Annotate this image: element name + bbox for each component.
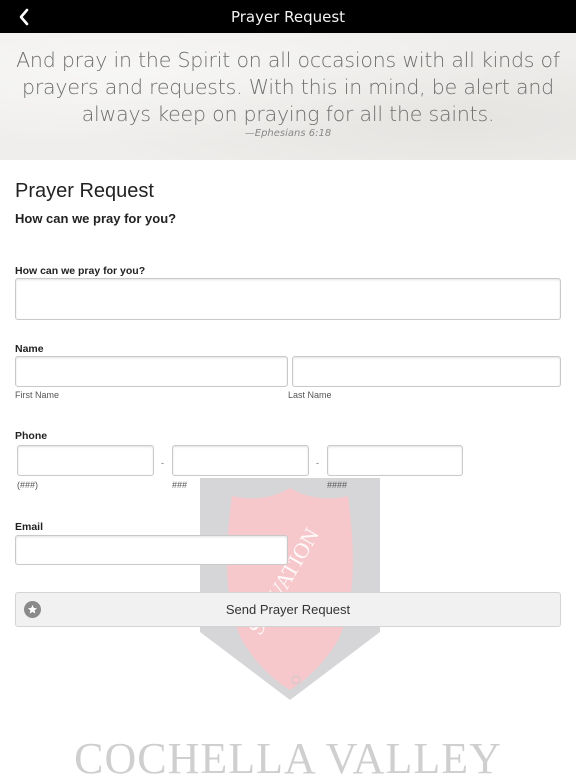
phone-label: Phone: [15, 430, 48, 442]
scripture-verse: And pray in the Spirit on all occasions …: [16, 48, 560, 126]
phone-separator: -: [316, 458, 319, 468]
prayer-label: How can we pray for you?: [15, 265, 146, 277]
phone-area-code-field[interactable]: [18, 446, 153, 475]
form-subtitle: How can we pray for you?: [15, 211, 177, 226]
navbar-title: Prayer Request: [230, 7, 346, 26]
scripture-banner: And pray in the Spirit on all occasions …: [0, 33, 576, 160]
last-name-field[interactable]: [293, 357, 560, 386]
phone-prefix-field[interactable]: [173, 446, 308, 475]
back-button[interactable]: [12, 0, 36, 33]
phone-line-field[interactable]: [328, 446, 462, 475]
phone-area-code-input[interactable]: [17, 445, 154, 476]
first-name-sublabel: First Name: [15, 390, 60, 400]
watermark-caption: COCHELLA VALLEY: [74, 734, 502, 783]
prayer-input[interactable]: [15, 278, 561, 320]
first-name-field[interactable]: [16, 357, 287, 386]
first-name-input[interactable]: [15, 356, 288, 387]
form-title: Prayer Request: [15, 180, 154, 202]
chevron-left-icon: [19, 8, 29, 25]
phone-line-sublabel: ####: [327, 480, 348, 490]
prayer-input-field[interactable]: [16, 279, 560, 319]
navbar: Prayer Request: [0, 0, 576, 33]
email-input[interactable]: [15, 535, 288, 565]
phone-line-input[interactable]: [327, 445, 463, 476]
phone-separator: -: [161, 458, 164, 468]
phone-prefix-sublabel: ###: [172, 480, 188, 490]
phone-prefix-input[interactable]: [172, 445, 309, 476]
logo-backdrop: [200, 478, 380, 700]
logo-shield: [227, 488, 353, 690]
last-name-sublabel: Last Name: [288, 390, 332, 400]
last-name-input[interactable]: [292, 356, 561, 387]
send-button-label: Send Prayer Request: [225, 602, 351, 617]
send-prayer-request-button[interactable]: Send Prayer Request: [15, 592, 561, 627]
scripture-reference: —Ephesians 6:18: [244, 128, 332, 139]
email-field[interactable]: [16, 536, 287, 564]
phone-area-sublabel: (###): [17, 480, 39, 490]
name-label: Name: [15, 343, 44, 355]
email-label: Email: [15, 521, 44, 533]
star-icon: [24, 601, 41, 618]
